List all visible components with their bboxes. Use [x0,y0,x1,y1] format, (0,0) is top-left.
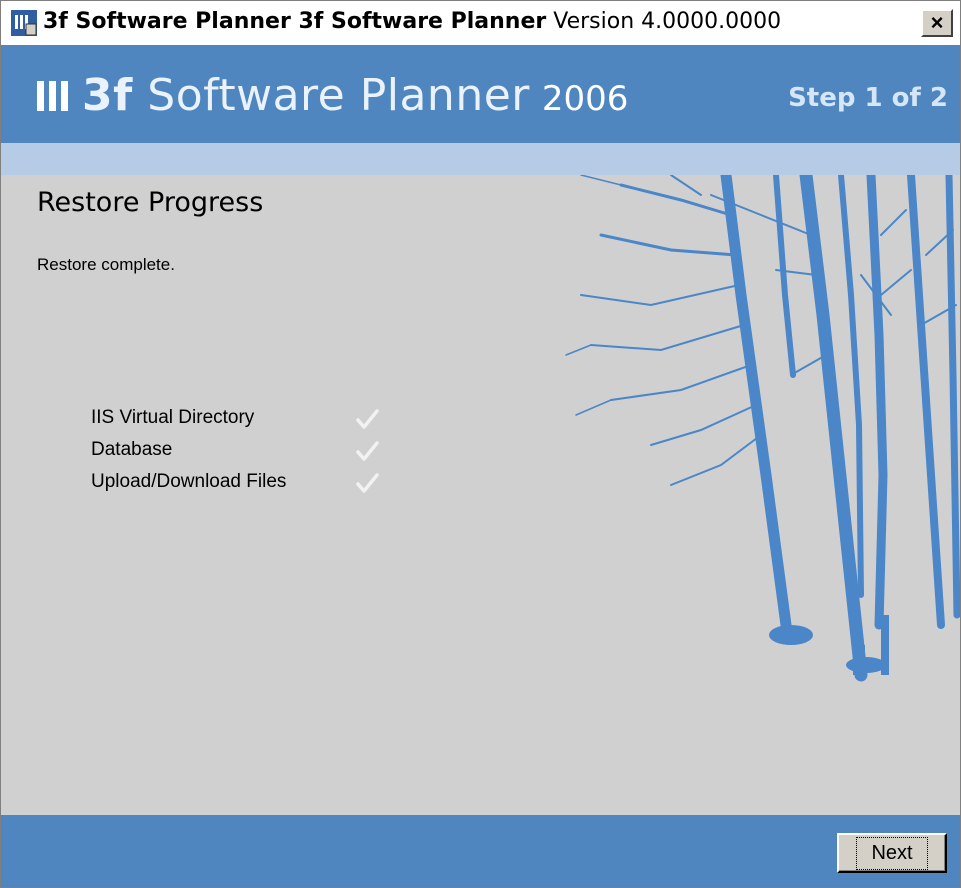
wizard-header: 3f Software Planner 2006 Step 1 of 2 [1,45,960,143]
title-bar: 3f Software Planner 3f Software Planner … [1,1,960,45]
step-indicator: Step 1 of 2 [788,83,948,113]
logo-bars-icon [37,81,68,111]
item-label: Database [91,439,173,460]
product-year: 2006 [541,79,629,119]
setup-wizard-window: 3f Software Planner 3f Software Planner … [0,0,961,888]
wizard-footer: Next [1,815,960,887]
item-label: Upload/Download Files [91,471,287,492]
next-button-label: Next [856,836,928,870]
header-stripe [1,143,960,175]
app-icon [11,10,37,36]
check-icon [356,473,379,493]
close-icon: × [930,10,944,35]
product-logo: 3f Software Planner 2006 [37,73,628,119]
window-title: 3f Software Planner 3f Software Planner … [43,9,782,34]
trees-background-image [565,175,960,682]
wizard-content: Restore Progress Restore complete. IIS V… [1,175,960,815]
page-title: Restore Progress [37,187,264,218]
close-button[interactable]: × [921,9,953,37]
status-text: Restore complete. [37,255,175,274]
check-icon [356,409,379,429]
item-label: IIS Virtual Directory [91,407,255,428]
check-icon [356,441,379,461]
next-button[interactable]: Next [837,833,947,873]
